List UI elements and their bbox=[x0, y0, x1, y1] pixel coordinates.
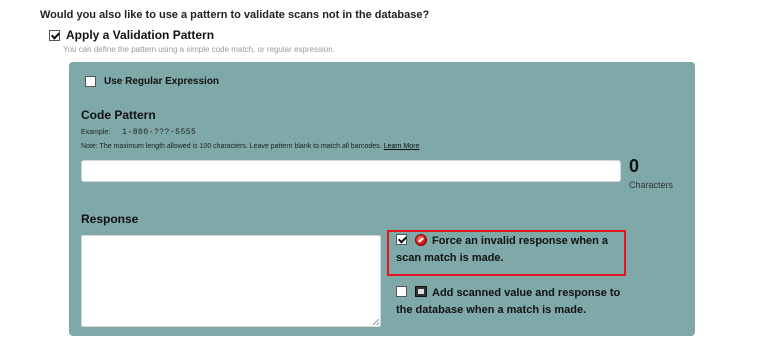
page: Would you also like to use a pattern to … bbox=[0, 0, 763, 346]
apply-validation-label[interactable]: Apply a Validation Pattern bbox=[66, 28, 214, 42]
database-add-icon bbox=[415, 286, 427, 297]
response-textarea[interactable] bbox=[81, 235, 381, 327]
example-label: Example: bbox=[81, 129, 111, 136]
regex-row[interactable]: Use Regular Expression bbox=[85, 76, 219, 87]
add-to-database-checkbox[interactable] bbox=[396, 286, 407, 297]
validation-question: Would you also like to use a pattern to … bbox=[40, 9, 430, 21]
response-title: Response bbox=[81, 212, 139, 226]
character-count-label: Characters bbox=[629, 180, 674, 190]
add-to-database-option[interactable]: Add scanned value and response to the da… bbox=[396, 285, 632, 319]
stop-icon bbox=[415, 234, 427, 246]
resize-grip-icon[interactable] bbox=[373, 319, 379, 325]
use-regex-label[interactable]: Use Regular Expression bbox=[104, 76, 219, 87]
note-text: Note: The maximum length allowed is 100 … bbox=[81, 143, 382, 150]
add-to-database-label[interactable]: Add scanned value and response to the da… bbox=[396, 287, 620, 316]
apply-validation-row[interactable]: Apply a Validation Pattern bbox=[49, 28, 214, 42]
force-invalid-option[interactable]: Force an invalid response when a scan ma… bbox=[396, 233, 626, 267]
character-count: 0 bbox=[629, 156, 640, 176]
code-pattern-example: Example: 1-800-???-5555 bbox=[81, 128, 196, 137]
code-pattern-input[interactable] bbox=[81, 160, 621, 182]
learn-more-link[interactable]: Learn More bbox=[384, 143, 420, 150]
force-invalid-label[interactable]: Force an invalid response when a scan ma… bbox=[396, 235, 608, 264]
code-pattern-title: Code Pattern bbox=[81, 108, 156, 122]
example-value: 1-800-???-5555 bbox=[122, 128, 197, 137]
use-regex-checkbox[interactable] bbox=[85, 76, 96, 87]
apply-validation-description: You can define the pattern using a simpl… bbox=[63, 45, 335, 54]
apply-validation-checkbox[interactable] bbox=[49, 29, 60, 41]
validation-panel: Use Regular Expression Code Pattern Exam… bbox=[69, 62, 695, 336]
code-pattern-note: Note: The maximum length allowed is 100 … bbox=[81, 143, 419, 150]
force-invalid-checkbox[interactable] bbox=[396, 234, 407, 245]
